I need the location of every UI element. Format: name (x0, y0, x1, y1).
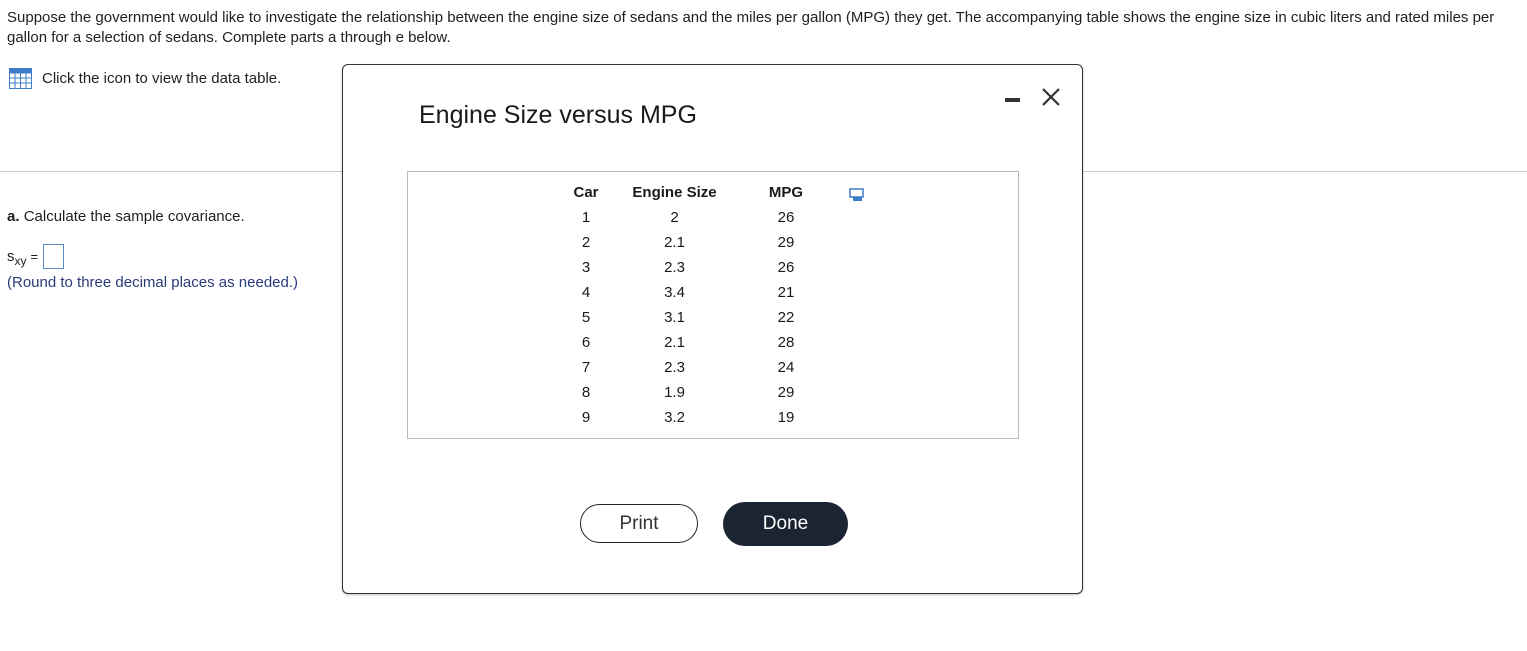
cell-mpg: 29 (777, 234, 795, 251)
cell-engine-size: 2.1 (664, 234, 685, 251)
data-table-link-label[interactable]: Click the icon to view the data table. (42, 70, 281, 87)
table-row: 7 2.3 24 (560, 355, 835, 380)
table-row: 4 3.4 21 (560, 280, 835, 305)
part-a-text: Calculate the sample covariance. (23, 208, 245, 225)
data-table-frame: Car Engine Size MPG 1 2 26 2 2.1 29 3 2.3 26 4 3.4… (407, 171, 1019, 439)
cell-mpg: 28 (777, 334, 795, 351)
table-row: 1 2 26 (560, 205, 835, 230)
cell-mpg: 26 (777, 209, 795, 226)
cell-engine-size: 2.3 (664, 359, 685, 376)
table-header-row: Car Engine Size MPG (560, 179, 835, 205)
cell-engine-size: 2.1 (664, 334, 685, 351)
cell-car: 2 (581, 234, 591, 251)
table-row: 9 3.2 19 (560, 405, 835, 430)
table-row: 6 2.1 28 (560, 330, 835, 355)
cell-mpg: 21 (777, 284, 795, 301)
dialog-title: Engine Size versus MPG (419, 101, 697, 129)
cell-engine-size: 2 (670, 209, 679, 226)
minimize-icon[interactable] (1002, 91, 1024, 111)
print-button[interactable]: Print (580, 504, 698, 543)
close-icon[interactable] (1039, 85, 1063, 109)
cell-mpg: 19 (777, 409, 795, 426)
cell-car: 1 (581, 209, 591, 226)
equals-sign: = (30, 249, 39, 264)
done-button[interactable]: Done (723, 502, 848, 546)
table-row: 2 2.1 29 (560, 230, 835, 255)
cell-engine-size: 3.2 (664, 409, 685, 426)
cell-engine-size: 3.4 (664, 284, 685, 301)
data-table-link[interactable]: Click the icon to view the data table. (9, 68, 281, 89)
cell-car: 9 (581, 409, 591, 426)
header-engine-size: Engine Size (632, 183, 717, 201)
cell-car: 7 (581, 359, 591, 376)
cell-mpg: 26 (777, 259, 795, 276)
sxy-answer-row: sxy = (7, 244, 65, 269)
table-row: 5 3.1 22 (560, 305, 835, 330)
data-table: Car Engine Size MPG 1 2 26 2 2.1 29 3 2.3 26 4 3.4… (560, 179, 835, 430)
sxy-answer-input[interactable] (43, 244, 65, 269)
cell-engine-size: 3.1 (664, 309, 685, 326)
cell-mpg: 22 (777, 309, 795, 326)
header-car: Car (573, 183, 599, 201)
cell-engine-size: 2.3 (664, 259, 685, 276)
cell-car: 3 (581, 259, 591, 276)
table-row: 3 2.3 26 (560, 255, 835, 280)
cell-mpg: 29 (777, 384, 795, 401)
cell-mpg: 24 (777, 359, 795, 376)
question-text: Suppose the government would like to inv… (7, 9, 1495, 46)
data-table-dialog: Engine Size versus MPG Car Engine Size M… (342, 64, 1083, 594)
table-row: 8 1.9 29 (560, 380, 835, 405)
rounding-note: (Round to three decimal places as needed… (7, 274, 299, 291)
part-a-prompt: a. Calculate the sample covariance. (7, 208, 245, 225)
table-icon[interactable] (9, 68, 32, 89)
copy-icon[interactable] (849, 188, 865, 202)
cell-engine-size: 1.9 (664, 384, 685, 401)
cell-car: 6 (581, 334, 591, 351)
cell-car: 8 (581, 384, 591, 401)
sxy-symbol: sxy (7, 248, 27, 268)
header-mpg: MPG (768, 183, 804, 201)
part-a-letter: a. (7, 208, 20, 225)
cell-car: 4 (581, 284, 591, 301)
page: Suppose the government would like to inv… (0, 0, 1527, 651)
cell-car: 5 (581, 309, 591, 326)
